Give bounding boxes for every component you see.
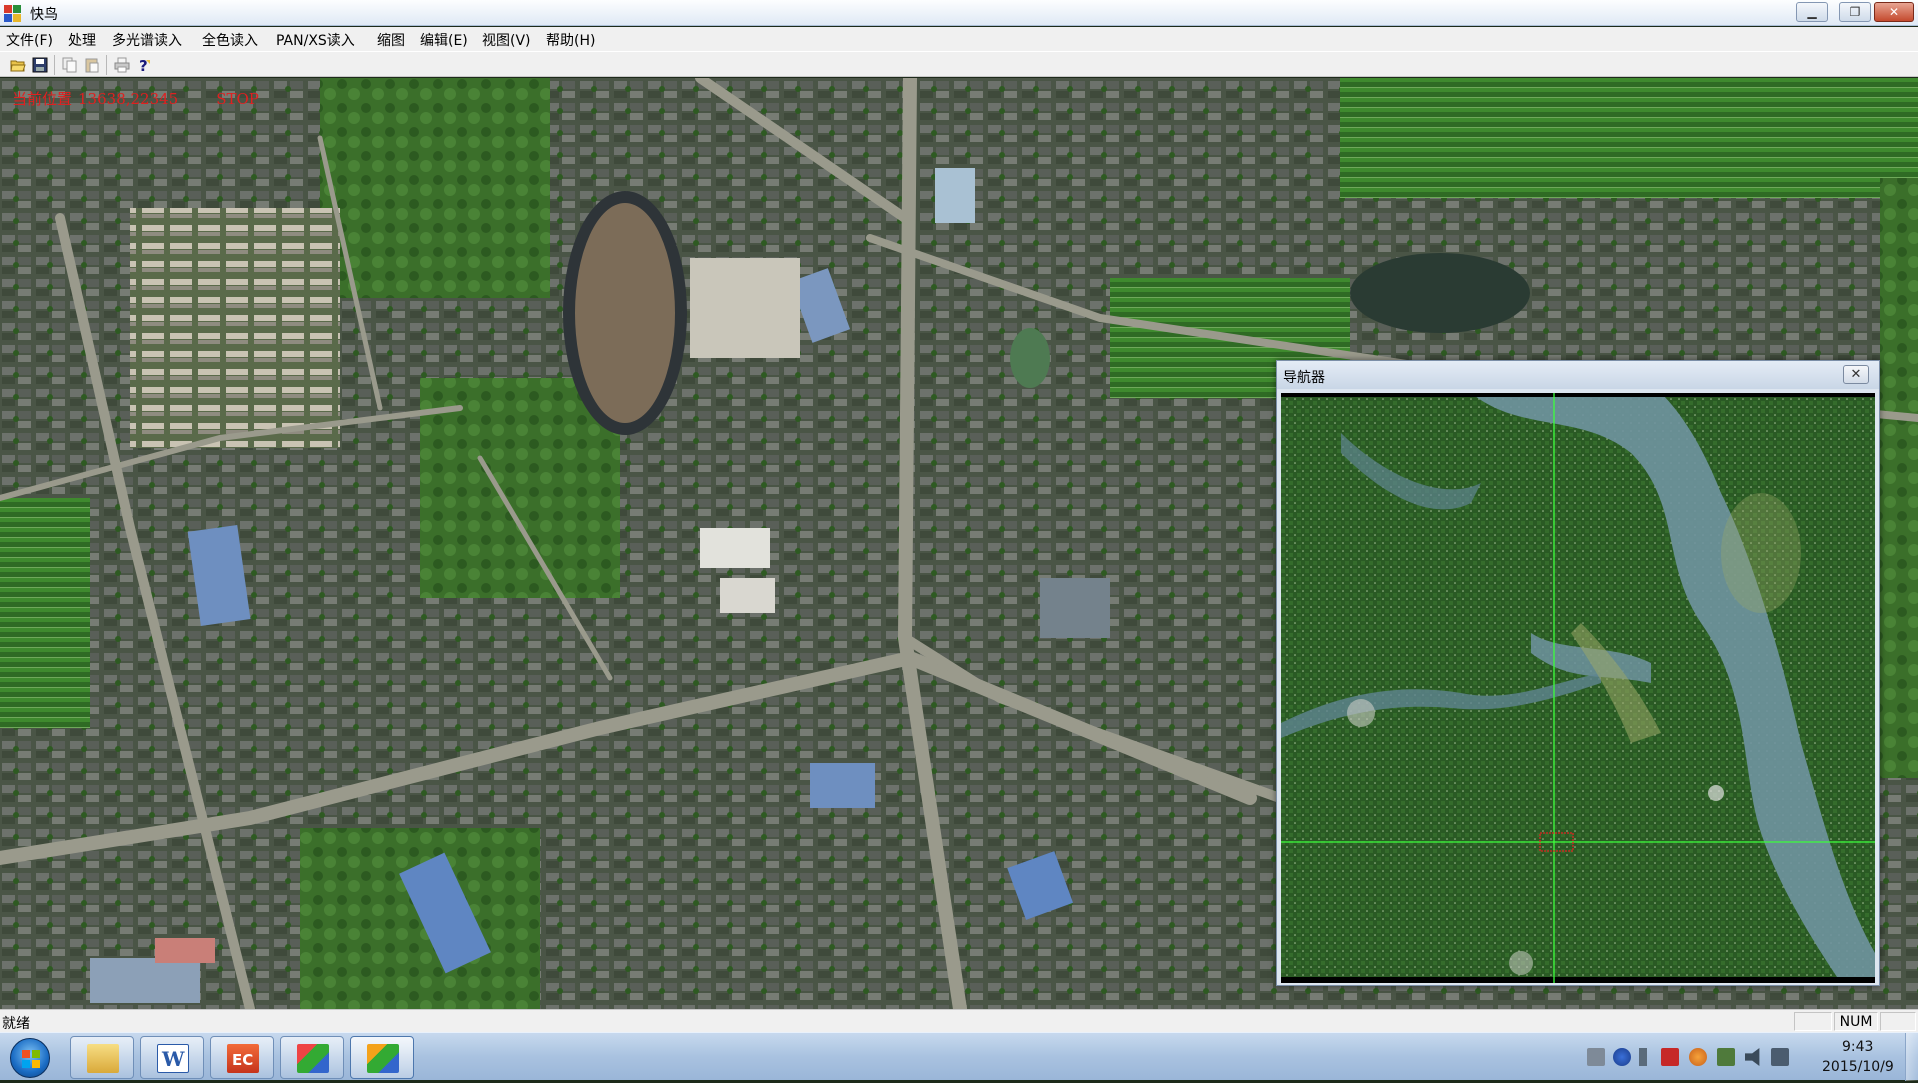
navigator-title-bar[interactable]: 导航器 ✕ <box>1277 361 1879 389</box>
stop-button[interactable]: STOP <box>216 90 259 108</box>
toolbar-separator <box>106 55 107 75</box>
menu-help[interactable]: 帮助(H) <box>546 30 595 50</box>
status-bar: 就绪 NUM <box>0 1009 1918 1032</box>
mfc-app-icon-2 <box>367 1044 399 1073</box>
menu-file[interactable]: 文件(F) <box>6 30 53 50</box>
toolbar-separator <box>54 55 55 75</box>
minimize-icon: ▁ <box>1807 5 1817 19</box>
title-bar[interactable]: 快鸟 ▁ ❐ ✕ <box>0 0 1918 26</box>
save-icon[interactable] <box>32 57 48 73</box>
menu-pan-xs-load[interactable]: PAN/XS读入 <box>276 30 355 50</box>
help-tray-icon[interactable] <box>1613 1048 1631 1066</box>
file-explorer-icon <box>87 1044 119 1073</box>
close-icon: ✕ <box>1888 5 1900 19</box>
svg-text:?: ? <box>139 57 148 73</box>
taskbar-explorer[interactable] <box>70 1036 134 1079</box>
taskbar-word[interactable]: W <box>140 1036 204 1079</box>
print-icon[interactable] <box>114 57 130 73</box>
navigator-window[interactable]: 导航器 ✕ <box>1276 360 1880 986</box>
show-desktop-button[interactable] <box>1905 1033 1918 1081</box>
taskbar-ec-app[interactable]: EC <box>210 1036 274 1079</box>
svg-text:W: W <box>161 1047 185 1071</box>
menu-process[interactable]: 处理 <box>68 30 96 50</box>
windows-logo-icon <box>22 1050 40 1068</box>
close-icon: ✕ <box>1850 367 1862 382</box>
position-readout: 当前位置 13638,22345 STOP <box>12 88 259 109</box>
status-text: 就绪 <box>2 1016 30 1032</box>
keyboard-icon[interactable] <box>1587 1048 1605 1066</box>
open-icon[interactable] <box>10 57 26 73</box>
start-button[interactable] <box>10 1038 50 1078</box>
minimize-button[interactable]: ▁ <box>1796 2 1828 22</box>
status-pane-scroll <box>1880 1012 1916 1031</box>
usb-icon[interactable] <box>1639 1048 1647 1066</box>
copy-icon[interactable] <box>62 57 78 73</box>
taskbar: W EC 9:43 2015/10/9 <box>0 1032 1918 1081</box>
ball-icon[interactable] <box>1689 1048 1707 1066</box>
help-icon[interactable]: ? <box>136 57 152 73</box>
restore-button[interactable]: ❐ <box>1839 2 1871 22</box>
ec-app-icon: EC <box>227 1044 259 1073</box>
menu-multispectral-load[interactable]: 多光谱读入 <box>112 30 182 50</box>
status-pane-caps <box>1794 1012 1832 1031</box>
menu-view[interactable]: 视图(V) <box>482 30 531 50</box>
position-coordinates: 13638,22345 <box>78 90 179 108</box>
application-window: 快鸟 ▁ ❐ ✕ 文件(F) 处理 多光谱读入 全色读入 PAN/XS读入 缩图… <box>0 0 1918 1081</box>
mfc-app-icon <box>297 1044 329 1073</box>
navigator-overview[interactable] <box>1281 393 1875 983</box>
position-label: 当前位置 <box>12 90 73 108</box>
window-title: 快鸟 <box>30 7 58 23</box>
menu-thumbnail[interactable]: 缩图 <box>377 30 405 50</box>
num-lock-indicator: NUM <box>1839 1014 1873 1030</box>
taskbar-mfc-app[interactable] <box>280 1036 344 1079</box>
security-icon[interactable] <box>1661 1048 1679 1066</box>
volume-icon[interactable] <box>1745 1048 1760 1066</box>
overview-image <box>1281 393 1875 983</box>
word-icon: W <box>157 1044 189 1073</box>
close-button[interactable]: ✕ <box>1874 2 1914 22</box>
restore-icon: ❐ <box>1849 5 1861 19</box>
display-icon[interactable] <box>1771 1048 1789 1066</box>
toolbar: ? <box>0 51 1918 77</box>
navigator-title: 导航器 <box>1283 370 1325 386</box>
app-icon <box>4 5 21 22</box>
navigator-close-button[interactable]: ✕ <box>1843 365 1869 384</box>
network-icon[interactable] <box>1717 1048 1735 1066</box>
menu-panchromatic-load[interactable]: 全色读入 <box>202 30 258 50</box>
clock-date[interactable]: 2015/10/9 <box>1822 1059 1894 1075</box>
clock-time[interactable]: 9:43 <box>1842 1039 1873 1055</box>
paste-icon[interactable] <box>84 57 100 73</box>
taskbar-mfc-app-active[interactable] <box>350 1036 414 1079</box>
menu-edit[interactable]: 编辑(E) <box>420 30 468 50</box>
svg-text:EC: EC <box>232 1051 253 1069</box>
menu-bar: 文件(F) 处理 多光谱读入 全色读入 PAN/XS读入 缩图 编辑(E) 视图… <box>0 27 1918 51</box>
status-pane-num: NUM <box>1834 1012 1878 1031</box>
